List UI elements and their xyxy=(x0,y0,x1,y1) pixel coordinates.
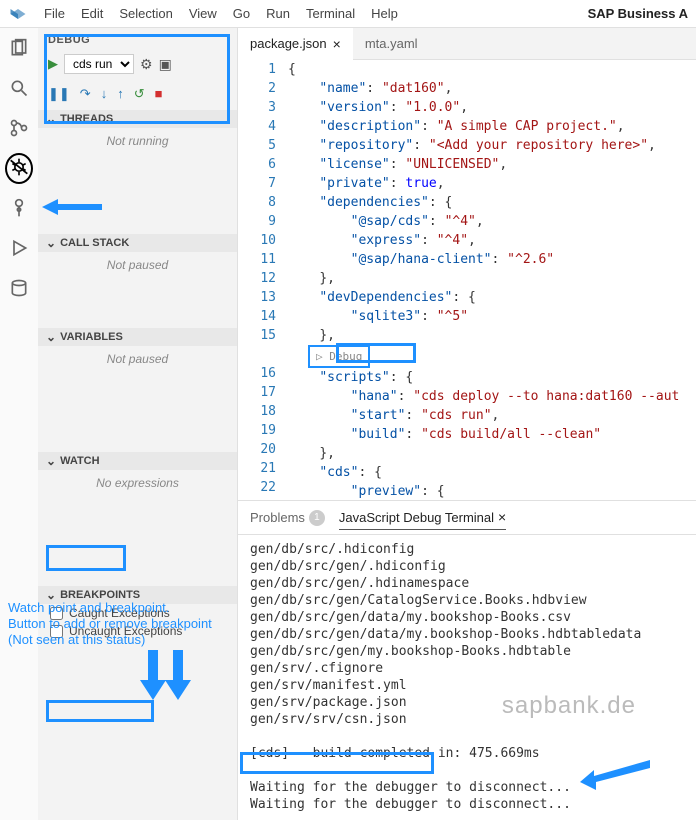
callstack-section[interactable]: CALL STACK xyxy=(38,234,237,252)
threads-body: Not running xyxy=(38,128,237,154)
variables-body: Not paused xyxy=(38,346,237,372)
annotation-arrow-icon xyxy=(580,760,650,793)
menu-view[interactable]: View xyxy=(181,6,225,21)
threads-section[interactable]: THREADS xyxy=(38,110,237,128)
menu-run[interactable]: Run xyxy=(258,6,298,21)
debug-icon[interactable] xyxy=(7,156,31,180)
callstack-body: Not paused xyxy=(38,252,237,278)
stop-icon[interactable]: ■ xyxy=(155,86,163,102)
chevron-down-icon xyxy=(46,454,56,468)
explorer-icon[interactable] xyxy=(7,36,31,60)
editor-tab-bar: package.json× mta.yaml xyxy=(238,28,696,60)
close-icon[interactable]: × xyxy=(498,509,506,525)
debug-sidebar: DEBUG ▶ cds run ⚙ ▣ ❚❚ ↷ ↓ ↑ ↺ ■ THREADS… xyxy=(38,28,238,820)
menu-file[interactable]: File xyxy=(36,6,73,21)
debug-terminal-tab[interactable]: JavaScript Debug Terminal × xyxy=(339,505,506,530)
app-logo-icon xyxy=(8,4,28,24)
debug-console-icon[interactable]: ▣ xyxy=(159,56,172,73)
database-icon[interactable] xyxy=(7,276,31,300)
tab-package-json[interactable]: package.json× xyxy=(238,28,353,60)
code-editor[interactable]: 123456789101112131415 16171819202122 { "… xyxy=(238,60,696,500)
menu-selection[interactable]: Selection xyxy=(111,6,180,21)
extensions-icon[interactable] xyxy=(7,196,31,220)
chevron-down-icon xyxy=(46,330,56,344)
watch-section[interactable]: WATCH xyxy=(38,452,237,470)
step-over-icon[interactable]: ↷ xyxy=(80,86,91,102)
annotation-arrow-icon xyxy=(42,195,102,222)
watch-body: No expressions xyxy=(38,470,237,496)
chevron-down-icon xyxy=(46,112,56,126)
source-control-icon[interactable] xyxy=(7,116,31,140)
variables-section[interactable]: VARIABLES xyxy=(38,328,237,346)
debug-title: DEBUG xyxy=(48,34,227,46)
panel-tab-bar: Problems 1 JavaScript Debug Terminal × xyxy=(238,501,696,535)
pause-icon[interactable]: ❚❚ xyxy=(48,86,70,102)
run-icon[interactable] xyxy=(7,236,31,260)
search-icon[interactable] xyxy=(7,76,31,100)
step-into-icon[interactable]: ↓ xyxy=(101,86,108,102)
annotation-arrow-icon xyxy=(165,650,205,703)
menubar: File Edit Selection View Go Run Terminal… xyxy=(0,0,696,28)
close-icon[interactable]: × xyxy=(333,36,341,52)
chevron-down-icon xyxy=(46,236,56,250)
menu-help[interactable]: Help xyxy=(363,6,406,21)
debug-config-select[interactable]: cds run xyxy=(64,54,134,74)
menu-edit[interactable]: Edit xyxy=(73,6,111,21)
app-title: SAP Business A xyxy=(588,6,688,21)
menu-terminal[interactable]: Terminal xyxy=(298,6,363,21)
menu-go[interactable]: Go xyxy=(225,6,258,21)
annotation-text: Watch point and breakpoint. Button to ad… xyxy=(8,600,212,648)
step-out-icon[interactable]: ↑ xyxy=(117,86,124,102)
tab-mta-yaml[interactable]: mta.yaml xyxy=(353,28,430,59)
problems-tab[interactable]: Problems 1 xyxy=(250,506,325,530)
start-debug-button[interactable]: ▶ xyxy=(48,56,58,72)
gear-icon[interactable]: ⚙ xyxy=(140,56,153,73)
activity-bar xyxy=(0,28,38,820)
restart-icon[interactable]: ↺ xyxy=(134,86,145,102)
